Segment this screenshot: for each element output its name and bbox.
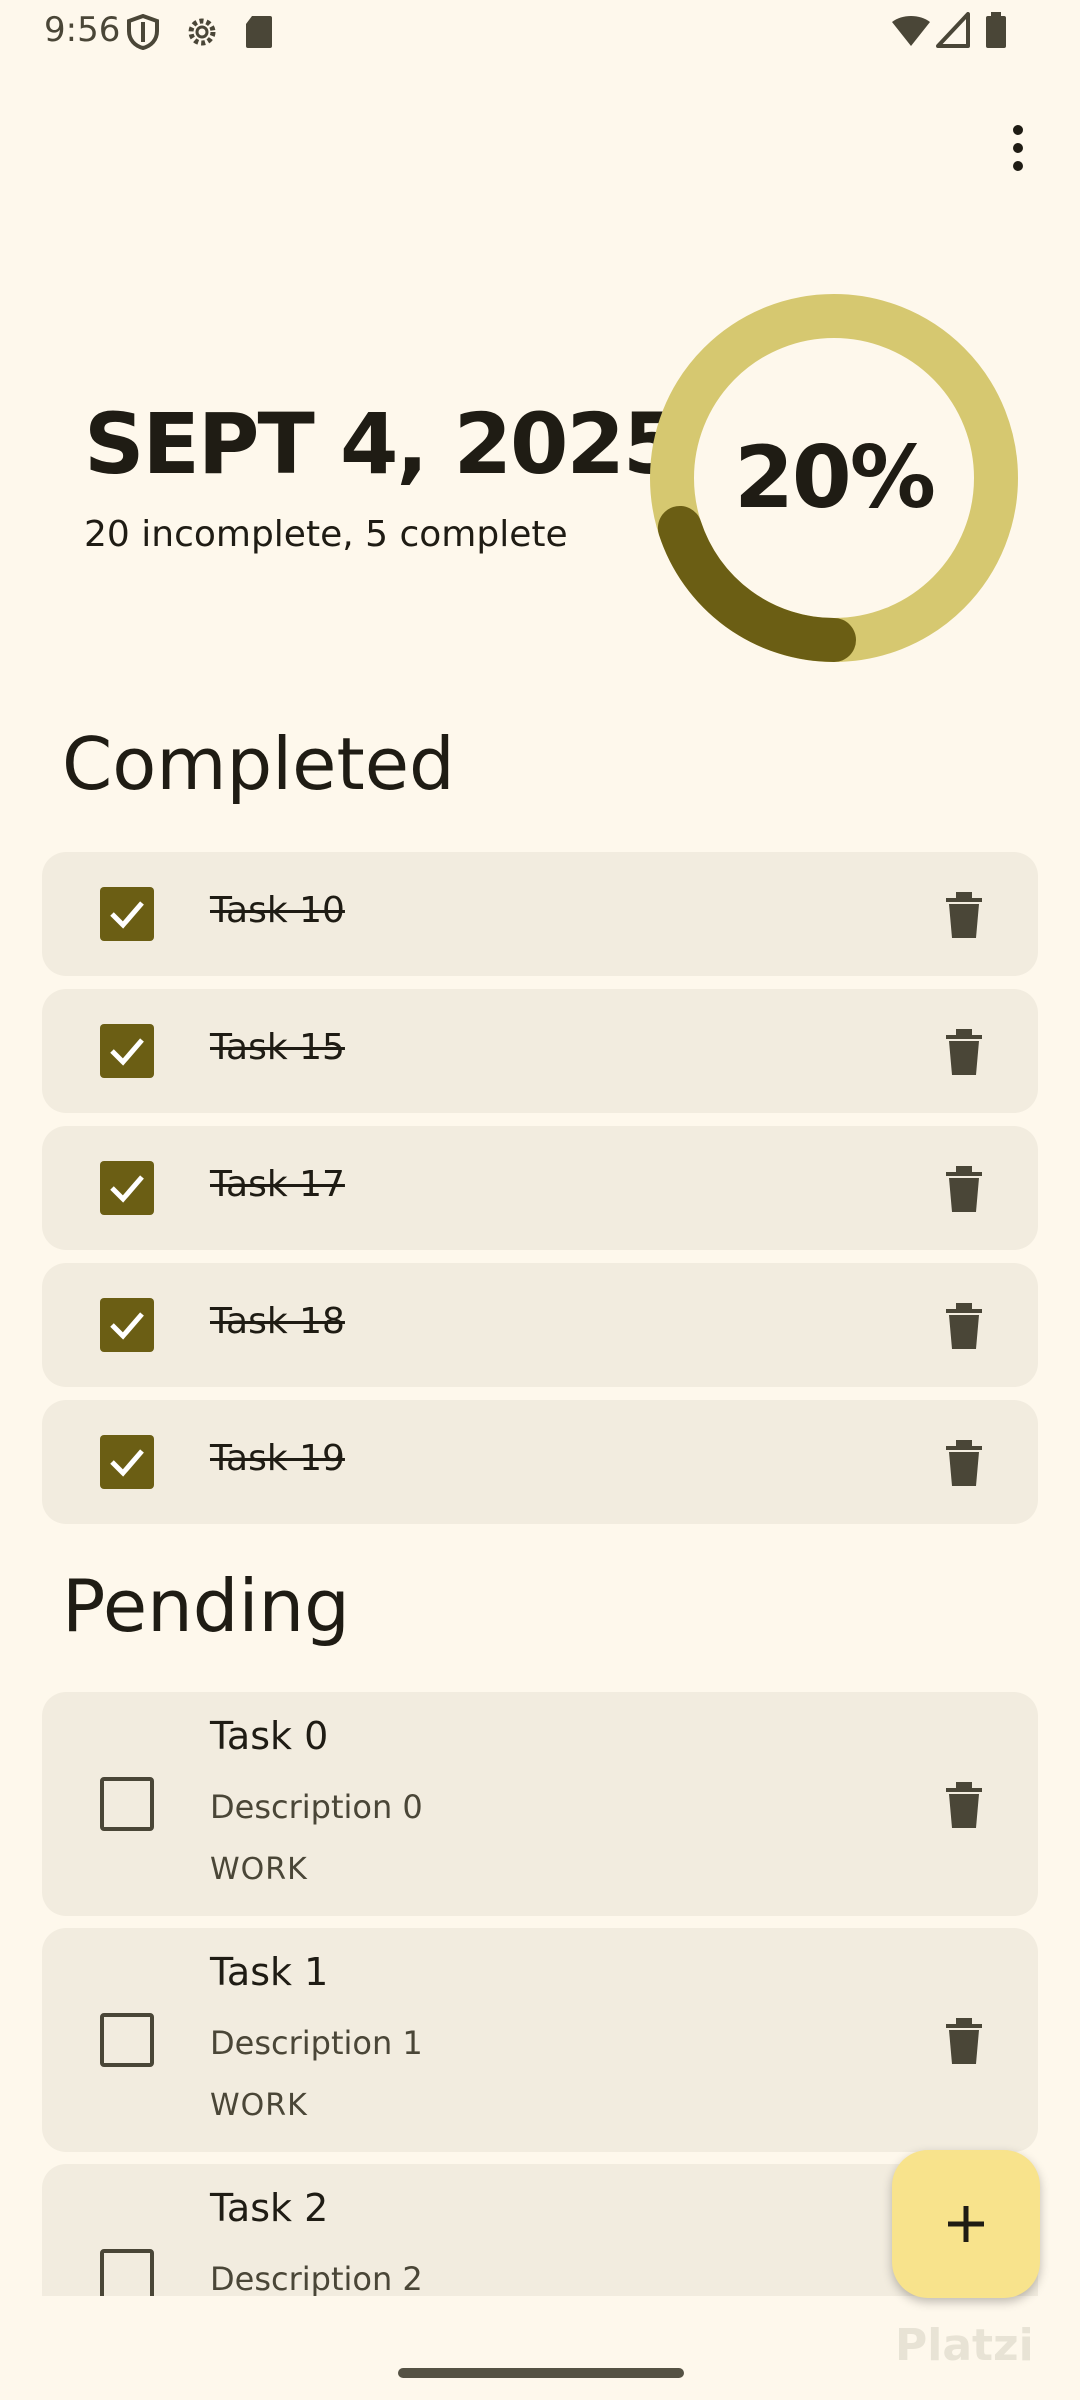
more-vert-icon [1013,125,1023,135]
overflow-menu-button[interactable] [990,118,1046,178]
completed-task-card[interactable]: Task 17 [42,1126,1038,1250]
task-title: Task 17 [210,1164,345,1205]
completed-task-card[interactable]: Task 19 [42,1400,1038,1524]
status-bar: 9:56 [0,0,1080,64]
task-checkbox-checked[interactable] [100,1298,154,1352]
completed-task-card[interactable]: Task 18 [42,1263,1038,1387]
task-category: WORK [210,2088,308,2123]
sd-card-icon [246,16,272,48]
delete-icon[interactable] [942,2014,986,2066]
task-title: Task 0 [210,1714,329,1758]
pending-section-title: Pending [62,1564,350,1648]
task-checkbox-unchecked[interactable] [100,2249,154,2296]
pending-task-card[interactable]: Task 1 Description 1 WORK [42,1928,1038,2152]
delete-icon[interactable] [942,1025,986,1077]
task-checkbox-checked[interactable] [100,1024,154,1078]
wifi-icon [892,16,930,46]
task-title: Task 18 [210,1301,345,1342]
task-checkbox-checked[interactable] [100,1161,154,1215]
task-checkbox-checked[interactable] [100,1435,154,1489]
task-checkbox-checked[interactable] [100,887,154,941]
home-indicator[interactable] [398,2368,684,2378]
task-description: Description 1 [210,2024,423,2062]
task-title: Task 15 [210,1027,345,1068]
task-title: Task 2 [210,2186,329,2230]
settings-gear-icon [188,18,216,46]
progress-percentage: 20% [734,428,936,528]
task-title: Task 1 [210,1950,329,1994]
pending-task-card[interactable]: Task 0 Description 0 WORK [42,1692,1038,1916]
completed-task-card[interactable]: Task 10 [42,852,1038,976]
completed-section-title: Completed [62,722,455,806]
cellular-signal-icon [936,12,970,48]
delete-icon[interactable] [942,888,986,940]
plus-icon [948,2206,984,2242]
shield-icon [127,14,159,50]
delete-icon[interactable] [942,1436,986,1488]
completed-task-card[interactable]: Task 15 [42,989,1038,1113]
date-title: SEPT 4, 2025 [84,395,681,493]
task-summary: 20 incomplete, 5 complete [84,514,568,555]
task-description: Description 2 [210,2260,423,2296]
pending-task-card[interactable]: Task 2 Description 2 [42,2164,1038,2296]
status-time: 9:56 [44,10,121,50]
task-description: Description 0 [210,1788,423,1826]
task-title: Task 19 [210,1438,345,1479]
delete-icon[interactable] [942,1162,986,1214]
platzi-watermark: Platzi [895,2320,1034,2371]
delete-icon[interactable] [942,1299,986,1351]
task-title: Task 10 [210,890,345,931]
battery-icon [986,12,1006,48]
task-checkbox-unchecked[interactable] [100,1777,154,1831]
task-checkbox-unchecked[interactable] [100,2013,154,2067]
task-category: WORK [210,1852,308,1887]
add-task-button[interactable] [892,2150,1040,2298]
delete-icon[interactable] [942,1778,986,1830]
